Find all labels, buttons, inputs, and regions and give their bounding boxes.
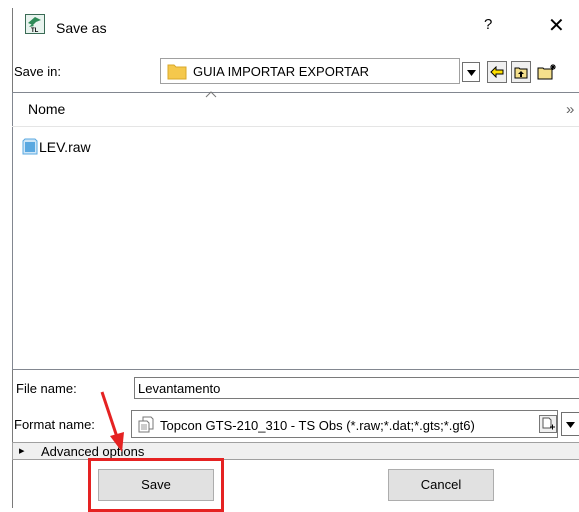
folder-up-icon (514, 67, 528, 79)
file-name-input[interactable]: Levantamento (134, 377, 579, 399)
save-as-dialog: TL Save as ? ✕ Save in: GUIA IMPORTAR EX… (0, 0, 579, 512)
save-button-highlight-box (88, 458, 224, 512)
up-folder-button[interactable] (511, 61, 531, 83)
help-button[interactable]: ? (484, 16, 492, 33)
save-in-dropdown-button[interactable] (462, 62, 480, 82)
save-in-combo[interactable]: GUIA IMPORTAR EXPORTAR (160, 58, 460, 84)
chevron-down-icon (566, 422, 575, 428)
format-document-icon (138, 416, 154, 433)
file-name-value: Levantamento (138, 381, 221, 396)
folder-icon (167, 64, 187, 80)
arrow-left-icon (490, 66, 504, 78)
chevron-down-icon (467, 70, 476, 76)
advanced-options-label: Advanced options (41, 444, 145, 459)
new-folder-icon (537, 64, 556, 80)
svg-text:TL: TL (31, 28, 39, 34)
close-button[interactable]: ✕ (548, 13, 565, 38)
format-name-value: Topcon GTS-210_310 - TS Obs (*.raw;*.dat… (160, 418, 475, 433)
header-separator (12, 126, 579, 127)
list-item[interactable]: LEV.raw (22, 137, 132, 157)
back-button[interactable] (487, 61, 507, 83)
cancel-button[interactable]: Cancel (388, 469, 494, 501)
file-list[interactable] (12, 92, 579, 370)
format-name-label: Format name: (14, 417, 95, 432)
raw-file-icon (22, 138, 38, 155)
annotation-arrow (100, 391, 124, 452)
new-folder-button[interactable] (535, 61, 559, 83)
file-name-label: File name: (16, 381, 77, 396)
sort-ascending-icon (205, 91, 217, 98)
topcon-link-app-icon: TL (25, 14, 45, 34)
file-name-text: LEV.raw (39, 139, 91, 155)
dialog-title: Save as (56, 20, 107, 36)
format-options-icon[interactable] (539, 415, 557, 433)
save-in-label: Save in: (14, 64, 61, 79)
format-name-combo[interactable]: Topcon GTS-210_310 - TS Obs (*.raw;*.dat… (131, 410, 558, 438)
expand-arrow-icon: ▸ (19, 445, 25, 457)
format-name-dropdown-button[interactable] (561, 412, 579, 436)
save-in-folder-name: GUIA IMPORTAR EXPORTAR (193, 64, 370, 79)
column-header-name[interactable]: Nome (28, 101, 65, 117)
more-columns-chevron[interactable]: » (566, 101, 574, 118)
